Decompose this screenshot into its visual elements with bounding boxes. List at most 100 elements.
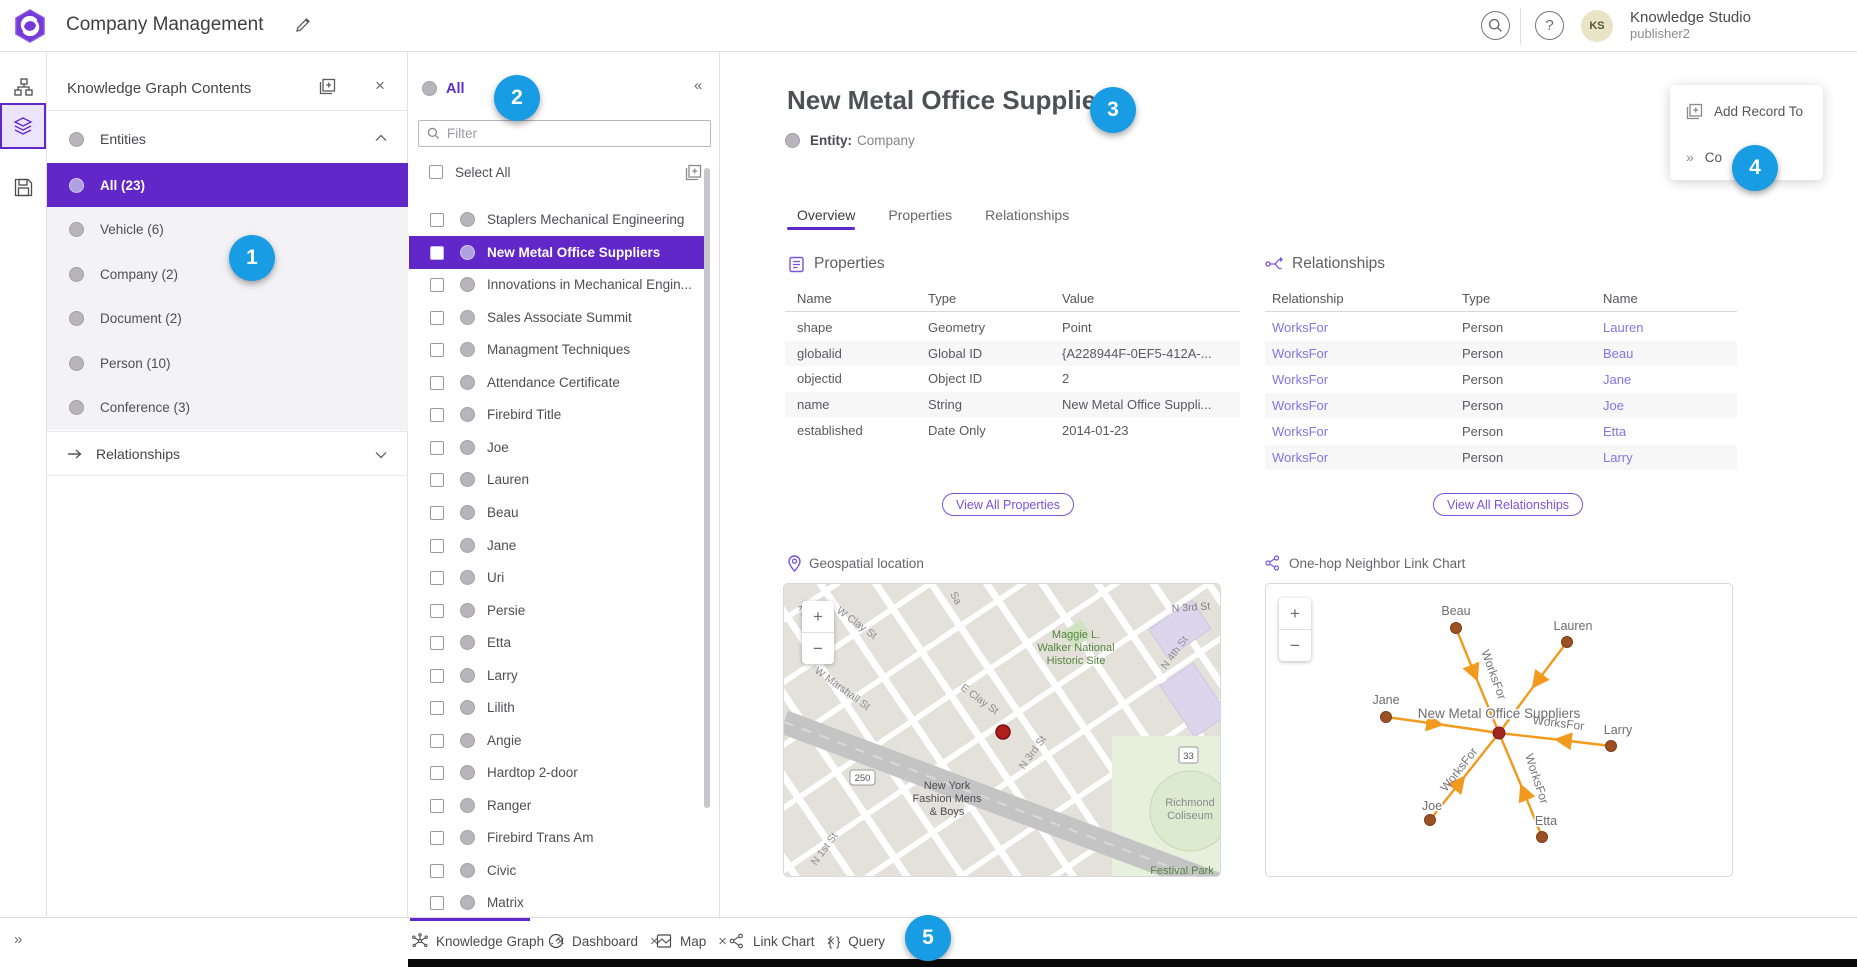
list-item[interactable]: Jane [409,529,706,562]
entities-section-header[interactable]: Entities [47,124,408,154]
view-tab-link-chart[interactable]: Link Chart × [729,926,835,956]
help-icon[interactable]: ? [1535,11,1564,40]
list-item[interactable]: Larry [409,659,706,692]
rel-name-link[interactable]: Lauren [1603,315,1643,340]
view-all-properties-button[interactable]: View All Properties [942,493,1074,516]
list-item[interactable]: Ranger [409,789,706,822]
geospatial-map[interactable]: + − k Rd W Clay St [783,583,1221,877]
list-item[interactable]: Hardtop 2-door [409,756,706,789]
item-checkbox[interactable] [430,376,444,390]
rel-link[interactable]: WorksFor [1272,393,1328,418]
item-checkbox[interactable] [430,896,444,910]
entity-type-row-document[interactable]: Document (2) [47,296,408,340]
view-tab-map[interactable]: Map × [656,926,727,956]
list-item-selected[interactable]: New Metal Office Suppliers [409,236,706,269]
tab-properties[interactable]: Properties [888,207,952,223]
avatar[interactable]: KS [1581,10,1613,42]
rel-link[interactable]: WorksFor [1272,367,1328,392]
view-all-relationships-button[interactable]: View All Relationships [1433,493,1583,516]
list-item[interactable]: Staplers Mechanical Engineering [409,203,706,236]
item-checkbox[interactable] [430,343,444,357]
tab-overview[interactable]: Overview [797,207,855,223]
list-item[interactable]: Sales Associate Summit [409,301,706,334]
expand-caret-icon[interactable] [375,451,387,459]
zoom-out-button[interactable]: − [802,633,834,664]
list-item[interactable]: Lilith [409,691,706,724]
item-checkbox[interactable] [430,734,444,748]
rel-link[interactable]: WorksFor [1272,419,1328,444]
list-item[interactable]: Etta [409,626,706,659]
item-checkbox[interactable] [430,213,444,227]
entity-type-row-conference[interactable]: Conference (3) [47,385,408,429]
expand-chevrons-icon[interactable]: » [14,931,22,948]
item-checkbox[interactable] [430,311,444,325]
rel-name-link[interactable]: Beau [1603,341,1633,366]
entity-type-row-all[interactable]: All (23) [47,163,408,207]
select-all-checkbox[interactable] [429,165,443,179]
item-checkbox[interactable] [430,636,444,650]
edit-title-pencil-icon[interactable] [294,16,312,39]
item-checkbox[interactable] [430,539,444,553]
view-tab-knowledge-graph[interactable]: Knowledge Graph × [412,926,565,956]
rel-link[interactable]: WorksFor [1272,315,1328,340]
view-tab-query[interactable]: { } Query [828,926,885,956]
list-item[interactable]: Angie [409,724,706,757]
close-tab-icon[interactable]: × [718,933,727,950]
list-scrollbar[interactable] [704,158,711,958]
list-item[interactable]: Attendance Certificate [409,366,706,399]
collapse-panel-chevrons-icon[interactable]: « [694,77,702,94]
list-item[interactable]: Uri [409,561,706,594]
zoom-in-button[interactable]: + [1279,598,1311,629]
entity-type-row-person[interactable]: Person (10) [47,341,408,385]
relationships-section-header[interactable]: Relationships [47,431,408,476]
item-checkbox[interactable] [430,441,444,455]
close-panel-icon[interactable]: × [375,76,385,96]
item-checkbox[interactable] [430,246,444,260]
collapse-caret-icon[interactable] [375,134,387,142]
link-chart[interactable]: + − [1265,583,1733,877]
list-item[interactable]: Firebird Title [409,398,706,431]
tab-relationships[interactable]: Relationships [985,207,1069,223]
rel-link[interactable]: WorksFor [1272,341,1328,366]
item-checkbox[interactable] [430,278,444,292]
list-item[interactable]: Matrix [409,886,706,919]
add-to-new-tab-icon[interactable] [319,78,336,100]
list-item[interactable]: Managment Techniques [409,333,706,366]
item-checkbox[interactable] [430,669,444,683]
item-checkbox[interactable] [430,473,444,487]
rel-name-link[interactable]: Jane [1603,367,1631,392]
view-tab-dashboard[interactable]: Dashboard × [548,926,659,956]
list-item[interactable]: Beau [409,496,706,529]
entity-type-row-vehicle[interactable]: Vehicle (6) [47,207,408,251]
item-checkbox[interactable] [430,604,444,618]
item-checkbox[interactable] [430,799,444,813]
item-checkbox[interactable] [430,701,444,715]
list-item[interactable]: Innovations in Mechanical Engin... [409,268,706,301]
add-selection-to-new-icon[interactable] [685,164,702,186]
rel-name-link[interactable]: Larry [1603,445,1633,470]
list-item[interactable]: Persie [409,594,706,627]
save-icon[interactable] [0,164,46,210]
rel-link[interactable]: WorksFor [1272,445,1328,470]
filter-input[interactable] [447,126,710,141]
list-item[interactable]: Firebird Trans Am [409,821,706,854]
app-logo-icon[interactable] [13,9,47,48]
item-checkbox[interactable] [430,864,444,878]
zoom-in-button[interactable]: + [802,601,834,632]
item-checkbox[interactable] [430,408,444,422]
menu-item-add-record-to[interactable]: Add Record To [1670,91,1823,131]
rel-name-link[interactable]: Joe [1603,393,1624,418]
list-item[interactable]: Lauren [409,463,706,496]
rel-name-link[interactable]: Etta [1603,419,1626,444]
item-checkbox[interactable] [430,571,444,585]
zoom-out-button[interactable]: − [1279,630,1311,661]
list-item[interactable]: Joe [409,431,706,464]
item-checkbox[interactable] [430,766,444,780]
scrollbar-thumb[interactable] [704,168,710,808]
item-checkbox[interactable] [430,831,444,845]
entity-type-row-company[interactable]: Company (2) [47,252,408,296]
list-panel-header[interactable]: All [446,81,465,97]
layers-icon[interactable] [0,103,46,149]
list-item[interactable]: Civic [409,854,706,887]
item-checkbox[interactable] [430,506,444,520]
